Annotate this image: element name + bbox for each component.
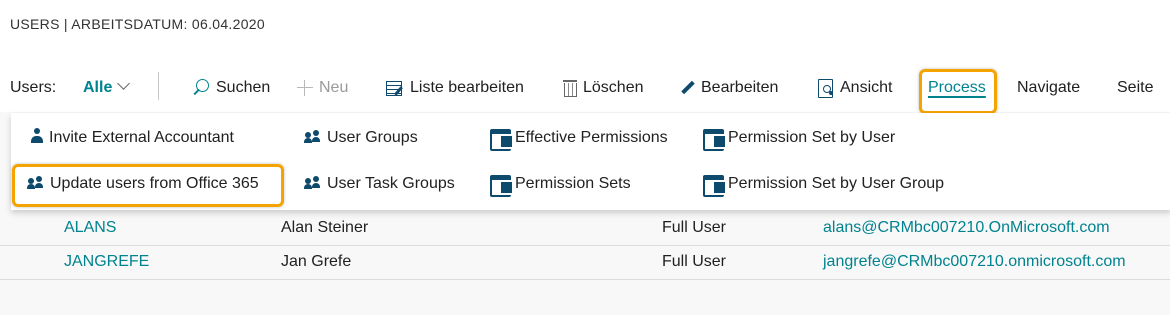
edit-label: Bearbeiten	[701, 79, 779, 96]
search-icon	[192, 78, 210, 97]
menu-item-permission-set-by-user[interactable]: Permission Set by User	[703, 127, 896, 151]
menu-item-label: User Task Groups	[327, 175, 455, 192]
menu-item-label: Invite External Accountant	[49, 129, 234, 146]
trash-icon	[563, 79, 577, 98]
users-label: Users:	[10, 79, 57, 96]
view-button[interactable]: Ansicht	[818, 78, 892, 98]
menu-item-label: Effective Permissions	[515, 129, 668, 146]
page-title: USERS | ARBEITSDATUM: 06.04.2020	[10, 16, 265, 32]
view-filter-label: Alle	[83, 79, 113, 96]
person-icon	[30, 128, 44, 144]
delete-button[interactable]: Löschen	[563, 78, 644, 98]
menu-item-effective-permissions[interactable]: Effective Permissions	[490, 127, 668, 151]
divider	[158, 72, 159, 100]
search-label: Suchen	[216, 79, 271, 96]
user-group-icon	[27, 175, 45, 189]
menu-item-label: Permission Sets	[515, 175, 631, 192]
menu-item-user-groups[interactable]: User Groups	[304, 128, 418, 148]
menu-item-label: Permission Set by User	[728, 129, 896, 146]
delete-label: Löschen	[583, 79, 644, 96]
pencil-icon	[681, 81, 695, 95]
license-type-cell: Full User	[662, 219, 727, 236]
menu-item-invite-external-accountant[interactable]: Invite External Accountant	[30, 128, 234, 148]
user-name-cell[interactable]: ALANS	[64, 219, 116, 237]
new-button[interactable]: Neu	[297, 78, 348, 98]
menu-item-label: Permission Set by User Group	[728, 175, 945, 192]
permission-icon	[703, 127, 727, 151]
license-type-cell: Full User	[662, 253, 727, 270]
table-row[interactable]: ALANS Alan Steiner Full User alans@CRMbc…	[0, 212, 1170, 246]
user-name-cell[interactable]: JANGREFE	[64, 253, 149, 271]
menu-item-user-task-groups[interactable]: User Task Groups	[304, 174, 455, 194]
tab-navigate[interactable]: Navigate	[1017, 78, 1080, 98]
permission-icon	[490, 173, 514, 197]
menu-item-permission-sets[interactable]: Permission Sets	[490, 173, 631, 197]
process-menu: Invite External Accountant Update users …	[11, 113, 1170, 210]
permission-icon	[490, 127, 514, 151]
user-group-icon	[304, 129, 322, 143]
view-icon	[818, 78, 834, 98]
edit-list-label: Liste bearbeiten	[410, 79, 524, 96]
full-name-cell: Jan Grefe	[281, 253, 352, 270]
page-header: USERS | ARBEITSDATUM: 06.04.2020	[0, 0, 1170, 62]
action-bar: Users: Alle Suchen Neu Liste bearbeiten …	[0, 62, 1170, 112]
menu-item-label: Update users from Office 365	[50, 175, 259, 192]
tab-process[interactable]: Process	[928, 78, 986, 98]
edit-list-icon	[386, 80, 404, 96]
tab-page[interactable]: Seite	[1117, 78, 1153, 98]
search-button[interactable]: Suchen	[192, 78, 270, 98]
edit-button[interactable]: Bearbeiten	[681, 78, 778, 98]
plus-icon	[297, 79, 313, 96]
permission-icon	[703, 173, 727, 197]
menu-item-label: User Groups	[327, 129, 418, 146]
menu-item-update-users-office365[interactable]: Update users from Office 365	[27, 174, 259, 194]
view-label: Ansicht	[840, 79, 893, 96]
chevron-down-icon	[117, 77, 131, 90]
email-cell[interactable]: jangrefe@CRMbc007210.onmicrosoft.com	[823, 253, 1126, 271]
email-cell[interactable]: alans@CRMbc007210.OnMicrosoft.com	[823, 219, 1110, 237]
table-row[interactable]: JANGREFE Jan Grefe Full User jangrefe@CR…	[0, 246, 1170, 280]
full-name-cell: Alan Steiner	[281, 219, 369, 236]
view-filter-dropdown[interactable]: Alle	[83, 77, 131, 98]
menu-item-permission-set-by-user-group[interactable]: Permission Set by User Group	[703, 173, 945, 197]
edit-list-button[interactable]: Liste bearbeiten	[386, 78, 524, 98]
new-label: Neu	[319, 79, 349, 96]
user-group-icon	[304, 175, 322, 189]
